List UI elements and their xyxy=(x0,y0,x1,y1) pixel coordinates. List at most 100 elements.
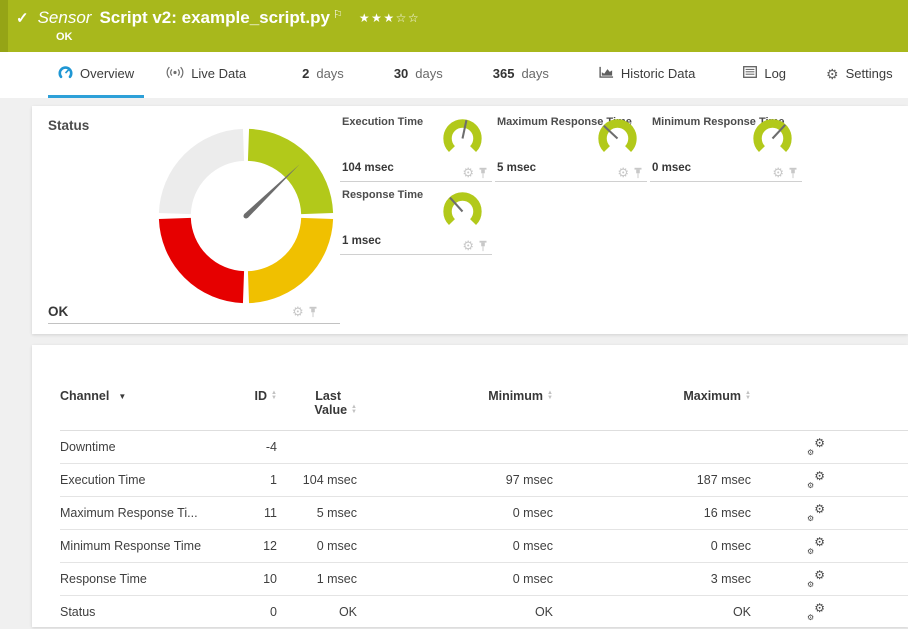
channel-row-status[interactable]: Status 0 OK OK OK ⚙⚙ xyxy=(60,596,908,629)
object-type-label: Sensor xyxy=(38,8,92,28)
channel-name: Downtime xyxy=(60,440,235,454)
pin-icon[interactable] xyxy=(478,240,488,252)
channel-maximum: 0 msec xyxy=(553,539,751,553)
channel-last-value: 5 msec xyxy=(277,506,357,520)
column-header-minimum[interactable]: Minimum ▲▼ xyxy=(357,389,553,403)
maximum-response-time-gauge: Maximum Response Time 5 msec ⚙ xyxy=(495,112,647,182)
area-chart-icon xyxy=(599,65,614,82)
pin-icon[interactable] xyxy=(633,167,643,179)
channel-row-minimum-response-time[interactable]: Minimum Response Time 12 0 msec 0 msec 0… xyxy=(60,530,908,563)
tab-historic-data[interactable]: Historic Data xyxy=(589,52,705,98)
status-gauge-value: OK xyxy=(48,304,68,319)
tab-365-days-unit: days xyxy=(521,66,548,81)
log-list-icon xyxy=(743,66,757,81)
tab-2-days-unit: days xyxy=(316,66,343,81)
column-header-id-label: ID xyxy=(255,389,268,403)
channel-minimum: OK xyxy=(357,605,553,619)
tab-overview[interactable]: Overview xyxy=(48,52,144,98)
channel-minimum: 0 msec xyxy=(357,572,553,586)
gauge-title: Execution Time xyxy=(342,116,423,128)
gauge-settings-gear-icon[interactable]: ⚙ xyxy=(617,166,629,179)
tab-settings-label: Settings xyxy=(846,66,893,81)
sort-toggle-icon[interactable]: ▲▼ xyxy=(745,391,751,401)
tab-settings[interactable]: ⚙ Settings xyxy=(816,52,903,98)
column-header-channel-label: Channel xyxy=(60,389,109,403)
sort-toggle-icon[interactable]: ▲▼ xyxy=(351,405,357,415)
gauge-controls[interactable]: ⚙ xyxy=(772,166,798,179)
column-header-value-label: Value xyxy=(314,403,347,417)
gauge-settings-gear-icon[interactable]: ⚙ xyxy=(772,166,784,179)
gauge-value: 0 msec xyxy=(652,162,691,174)
page-title: Script v2: example_script.py xyxy=(99,8,330,28)
channel-row-response-time[interactable]: Response Time 10 1 msec 0 msec 3 msec ⚙⚙ xyxy=(60,563,908,596)
column-header-last-value[interactable]: Last Value ▲▼ xyxy=(277,389,357,417)
channel-id: 1 xyxy=(235,473,277,487)
edit-channel-gears-icon[interactable]: ⚙⚙ xyxy=(807,473,825,488)
gauge-controls[interactable]: ⚙ xyxy=(462,166,488,179)
gauge-value: 104 msec xyxy=(342,162,394,174)
column-header-maximum[interactable]: Maximum ▲▼ xyxy=(553,389,751,403)
channel-minimum: 0 msec xyxy=(357,539,553,553)
response-time-gauge: Response Time 1 msec ⚙ xyxy=(340,185,492,255)
tab-historic-data-label: Historic Data xyxy=(621,66,695,81)
stars-filled[interactable]: ★★★ xyxy=(359,11,396,25)
arc-gauge xyxy=(594,117,641,160)
status-gauge-controls[interactable]: ⚙ xyxy=(292,305,318,318)
column-header-maximum-label: Maximum xyxy=(683,389,741,403)
tab-30-days-number: 30 xyxy=(394,66,408,81)
gauge-controls[interactable]: ⚙ xyxy=(462,239,488,252)
channel-name: Maximum Response Ti... xyxy=(60,506,235,520)
sensor-status-badge: OK xyxy=(56,31,73,43)
pin-icon[interactable] xyxy=(308,306,318,318)
channel-maximum: 187 msec xyxy=(553,473,751,487)
column-header-last-label: Last xyxy=(315,389,341,403)
status-gauge-title: Status xyxy=(48,118,89,133)
sensor-header: ✓ Sensor Script v2: example_script.py ⚐ … xyxy=(0,0,908,52)
edit-channel-gears-icon[interactable]: ⚙⚙ xyxy=(807,506,825,521)
priority-stars[interactable]: ★★★☆☆ xyxy=(359,11,420,25)
edit-channel-gears-icon[interactable]: ⚙⚙ xyxy=(807,605,825,620)
pin-icon[interactable] xyxy=(788,167,798,179)
tab-overview-label: Overview xyxy=(80,66,134,81)
tab-30-days-unit: days xyxy=(415,66,442,81)
gauge-value: 1 msec xyxy=(342,235,381,247)
channel-last-value: 0 msec xyxy=(277,539,357,553)
tab-log[interactable]: Log xyxy=(733,52,796,98)
arc-gauge xyxy=(439,190,486,233)
priority-flag-icon[interactable]: ⚐ xyxy=(333,8,343,21)
channel-row-execution-time[interactable]: Execution Time 1 104 msec 97 msec 187 ms… xyxy=(60,464,908,497)
arc-gauge xyxy=(439,117,486,160)
tab-2-days[interactable]: 2 days xyxy=(292,52,354,98)
gauge-settings-gear-icon[interactable]: ⚙ xyxy=(292,305,304,318)
channel-name: Execution Time xyxy=(60,473,235,487)
gauge-settings-gear-icon[interactable]: ⚙ xyxy=(462,166,474,179)
column-header-channel[interactable]: Channel ▼ xyxy=(60,389,235,403)
channel-id: 0 xyxy=(235,605,277,619)
tab-365-days[interactable]: 365 days xyxy=(483,52,559,98)
edit-channel-gears-icon[interactable]: ⚙⚙ xyxy=(807,440,825,455)
edit-channel-gears-icon[interactable]: ⚙⚙ xyxy=(807,539,825,554)
tab-live-data[interactable]: Live Data xyxy=(156,52,256,98)
channel-id: -4 xyxy=(235,440,277,454)
channel-last-value: 1 msec xyxy=(277,572,357,586)
channel-maximum: 16 msec xyxy=(553,506,751,520)
channel-row-maximum-response-time[interactable]: Maximum Response Ti... 11 5 msec 0 msec … xyxy=(60,497,908,530)
tab-30-days[interactable]: 30 days xyxy=(384,52,453,98)
gauge-title: Response Time xyxy=(342,189,423,201)
overview-gauges-panel: Status OK ⚙ Execution Time 104 msec ⚙ xyxy=(32,106,908,334)
channel-row-downtime[interactable]: Downtime -4 ⚙⚙ xyxy=(60,431,908,464)
status-donut-gauge xyxy=(154,124,338,308)
gauge-settings-gear-icon[interactable]: ⚙ xyxy=(462,239,474,252)
status-gauge-needle xyxy=(244,164,299,218)
pin-icon[interactable] xyxy=(478,167,488,179)
gauge-value: 5 msec xyxy=(497,162,536,174)
tab-live-data-label: Live Data xyxy=(191,66,246,81)
column-header-minimum-label: Minimum xyxy=(488,389,543,403)
tab-2-days-number: 2 xyxy=(302,66,309,81)
edit-channel-gears-icon[interactable]: ⚙⚙ xyxy=(807,572,825,587)
channel-minimum: 0 msec xyxy=(357,506,553,520)
channel-id: 12 xyxy=(235,539,277,553)
column-header-id[interactable]: ID ▲▼ xyxy=(235,389,277,403)
stars-empty[interactable]: ☆☆ xyxy=(396,11,421,25)
gauge-controls[interactable]: ⚙ xyxy=(617,166,643,179)
